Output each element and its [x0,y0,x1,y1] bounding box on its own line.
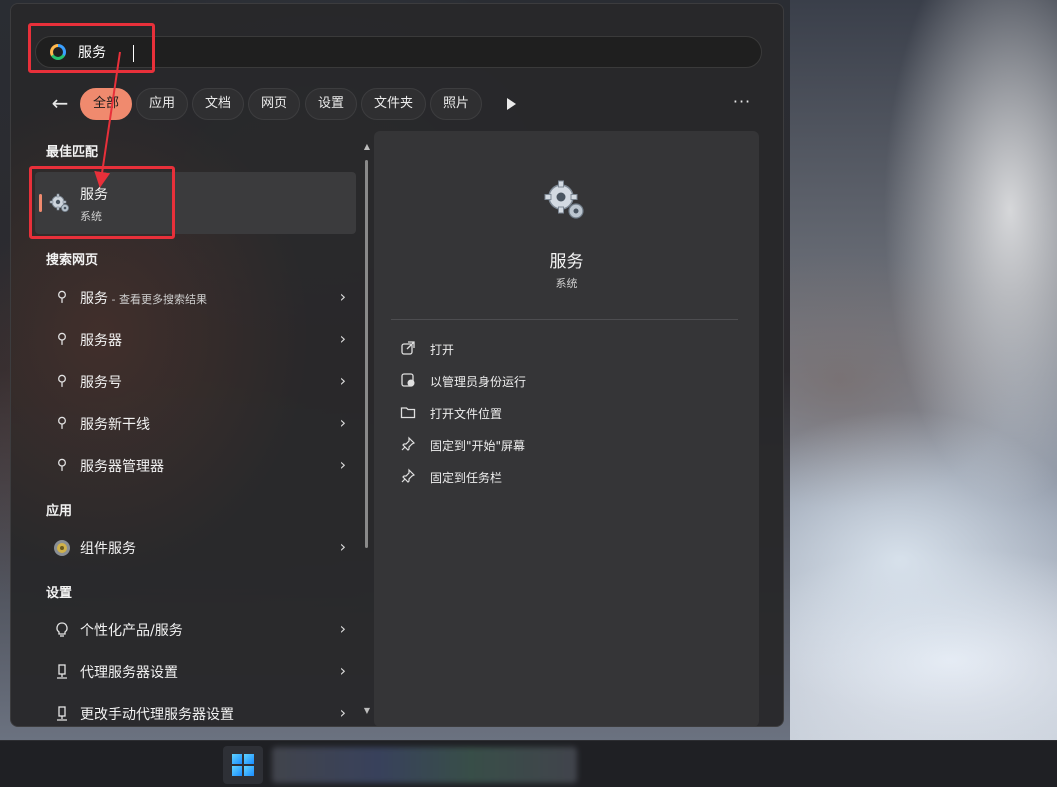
scroll-down-icon[interactable]: ▼ [363,706,371,715]
results-scrollbar[interactable]: ▲ ▼ [363,142,371,720]
filter-chip-photos[interactable]: 照片 [430,88,482,120]
section-apps: 应用 [46,504,73,519]
search-icon: ⚲ [56,373,68,389]
action-open[interactable]: 打开 [400,337,700,361]
divider [391,319,738,320]
more-options-icon[interactable]: ··· [729,92,755,116]
action-label: 固定到"开始"屏幕 [430,439,526,453]
filter-chip-apps[interactable]: 应用 [136,88,188,120]
play-icon[interactable] [501,92,521,116]
search-input[interactable] [78,41,678,63]
action-pin-to-start[interactable]: 固定到"开始"屏幕 [400,433,700,457]
admin-shield-icon [401,373,415,387]
action-pin-to-taskbar[interactable]: 固定到任务栏 [400,465,700,489]
web-result-item[interactable]: ⚲ 服务 - 查看更多搜索结果 › [35,278,356,318]
section-best-match: 最佳匹配 [46,145,99,160]
filter-chip-documents[interactable]: 文档 [192,88,244,120]
web-result-item[interactable]: ⚲ 服务器管理器 › [35,446,356,486]
back-arrow-icon[interactable]: ← [47,91,73,117]
chevron-right-icon: › [339,703,346,722]
search-icon: ⚲ [56,415,68,431]
filter-chip-web[interactable]: 网页 [248,88,300,120]
search-icon: ⚲ [56,289,68,305]
app-item-label: 组件服务 [80,541,136,557]
web-result-label: 服务器 [80,333,122,349]
chevron-right-icon: › [339,661,346,680]
gear-icon [544,180,584,219]
section-settings: 设置 [46,586,73,601]
search-icon: ⚲ [56,457,68,473]
pin-icon [401,468,416,483]
web-result-suffix: - 查看更多搜索结果 [108,293,207,306]
settings-item[interactable]: 代理服务器设置 › [35,652,356,692]
action-label: 打开文件位置 [430,407,503,421]
settings-item-label: 个性化产品/服务 [80,623,183,639]
proxy-icon [57,664,67,679]
web-result-item[interactable]: ⚲ 服务号 › [35,362,356,402]
filter-chip-all[interactable]: 全部 [80,88,132,120]
action-run-as-admin[interactable]: 以管理员身份运行 [400,369,700,393]
action-label: 固定到任务栏 [430,471,503,485]
start-search-panel: ← 全部 应用 文档 网页 设置 文件夹 照片 ··· 最佳匹配 服务 系统 搜… [10,3,784,727]
web-result-item[interactable]: ⚲ 服务新干线 › [35,404,356,444]
section-web-search: 搜索网页 [46,253,99,268]
web-result-label: 服务新干线 [80,417,150,433]
annotation-box-best-match [29,166,175,239]
component-services-icon [54,540,70,556]
taskbar [0,740,1057,787]
action-label: 以管理员身份运行 [430,375,527,389]
action-label: 打开 [430,343,455,357]
detail-pane: 服务 系统 打开 以管理员身份运行 打开文件位置 固定到"开始"屏幕 固定到任务… [374,131,759,726]
scroll-thumb[interactable] [365,160,368,548]
web-result-item[interactable]: ⚲ 服务器 › [35,320,356,360]
settings-item[interactable]: 更改手动代理服务器设置 › [35,694,356,726]
proxy-icon [57,706,67,721]
pin-icon [401,436,416,451]
filter-chip-folders[interactable]: 文件夹 [361,88,426,120]
windows-logo-icon [232,754,254,776]
settings-item-label: 更改手动代理服务器设置 [80,707,234,723]
web-result-label: 服务器管理器 [80,459,164,475]
chevron-right-icon: › [339,329,346,348]
chevron-right-icon: › [339,455,346,474]
web-result-label: 服务号 [80,375,122,391]
web-result-label: 服务 [80,291,108,307]
chevron-right-icon: › [339,371,346,390]
open-external-icon [401,341,415,355]
chevron-right-icon: › [339,287,346,306]
scroll-up-icon[interactable]: ▲ [363,142,371,151]
detail-title: 服务 [549,252,584,272]
start-button[interactable] [223,746,263,784]
detail-subtitle: 系统 [555,277,578,290]
chevron-right-icon: › [339,413,346,432]
lightbulb-icon [56,622,68,637]
settings-item-label: 代理服务器设置 [80,665,178,681]
chevron-right-icon: › [339,537,346,556]
settings-item[interactable]: 个性化产品/服务 › [35,610,356,650]
app-item-component-services[interactable]: 组件服务 › [35,528,356,568]
folder-icon [400,407,416,419]
filter-chip-settings[interactable]: 设置 [305,88,357,120]
taskbar-apps-blurred [272,747,577,783]
action-open-file-location[interactable]: 打开文件位置 [400,401,700,425]
chevron-right-icon: › [339,619,346,638]
annotation-box-search [28,23,155,73]
search-icon: ⚲ [56,331,68,347]
